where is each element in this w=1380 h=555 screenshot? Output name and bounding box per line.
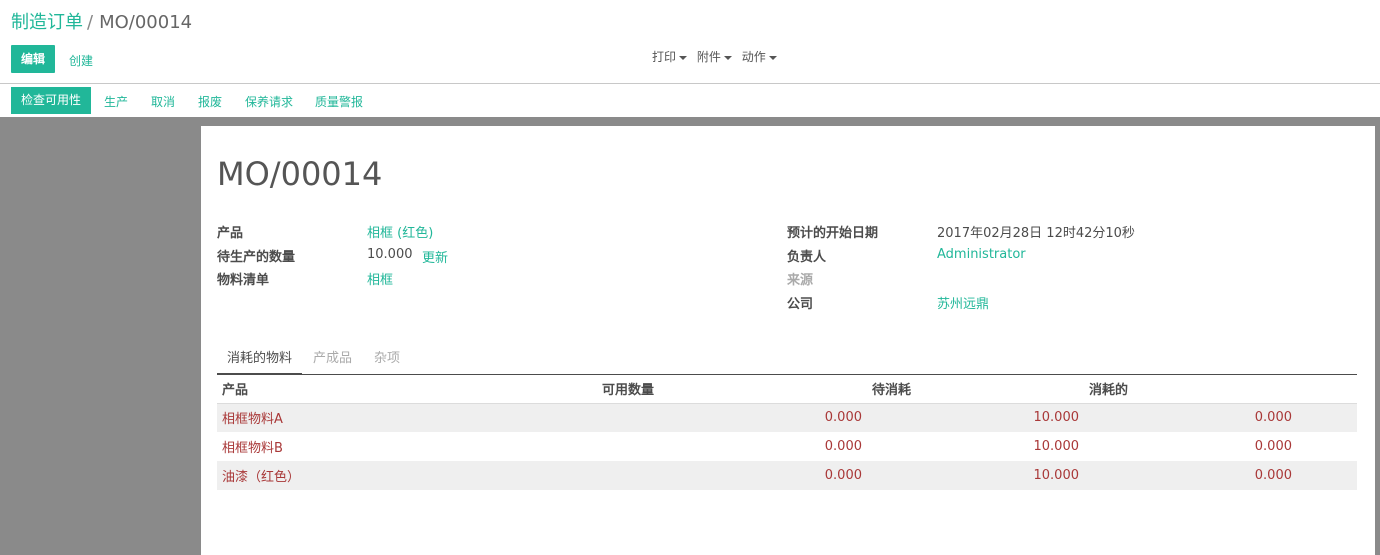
table-header-row: 产品 可用数量 待消耗 消耗的 — [217, 375, 1357, 404]
raw-materials-table: 产品 可用数量 待消耗 消耗的 相框物料A 0.000 10.000 0.000… — [217, 375, 1357, 490]
attachment-menu-label: 附件 — [696, 50, 721, 64]
action-menu-label: 动作 — [741, 50, 766, 64]
column-header-product[interactable]: 产品 — [217, 375, 597, 404]
caret-down-icon — [679, 55, 688, 60]
cell-empty — [1297, 432, 1357, 461]
print-menu-label: 打印 — [652, 50, 677, 64]
tab-consumed-materials[interactable]: 消耗的物料 — [217, 344, 303, 375]
responsible-value-link[interactable]: Administrator — [937, 247, 1026, 262]
product-value-link[interactable]: 相框 (红色) — [367, 222, 433, 241]
cell-empty — [1297, 403, 1357, 432]
caret-down-icon — [768, 55, 777, 60]
table-row[interactable]: 相框物料A 0.000 10.000 0.000 — [217, 403, 1357, 432]
cell-product: 油漆（红色） — [217, 461, 597, 490]
breadcrumb-parent-link[interactable]: 制造订单 — [11, 12, 83, 33]
table-row[interactable]: 油漆（红色） 0.000 10.000 0.000 — [217, 461, 1357, 490]
check-availability-button[interactable]: 检查可用性 — [11, 87, 91, 114]
produce-button[interactable]: 生产 — [104, 93, 128, 110]
cell-product: 相框物料A — [217, 403, 597, 432]
cell-consumed: 0.000 — [1084, 403, 1297, 432]
cell-available-qty: 0.000 — [824, 439, 862, 454]
bom-label: 物料清单 — [217, 273, 270, 288]
company-value-link[interactable]: 苏州远鼎 — [937, 293, 989, 312]
product-label: 产品 — [217, 226, 244, 241]
update-qty-button[interactable]: 更新 — [422, 247, 448, 266]
breadcrumb-separator: / — [87, 12, 94, 33]
table-row[interactable]: 相框物料B 0.000 10.000 0.000 — [217, 432, 1357, 461]
cell-consumed: 0.000 — [1084, 461, 1297, 490]
cancel-button[interactable]: 取消 — [151, 93, 175, 110]
print-menu[interactable]: 打印 — [652, 48, 688, 65]
qty-label: 待生产的数量 — [217, 250, 296, 265]
cell-empty — [1297, 461, 1357, 490]
cell-to-consume: 10.000 — [867, 403, 1084, 432]
column-header-available-qty[interactable]: 可用数量 — [597, 375, 867, 404]
attachment-menu[interactable]: 附件 — [697, 48, 732, 65]
cell-product: 相框物料B — [222, 441, 283, 456]
tab-misc[interactable]: 杂项 — [374, 344, 400, 374]
responsible-label: 负责人 — [787, 250, 827, 265]
cell-available-qty: 0.000 — [597, 403, 867, 432]
start-date-label: 预计的开始日期 — [787, 226, 879, 241]
breadcrumb-current: MO/00014 — [99, 12, 193, 33]
column-header-to-consume[interactable]: 待消耗 — [867, 375, 1084, 404]
edit-button[interactable]: 编辑 — [11, 45, 55, 73]
create-button[interactable]: 创建 — [69, 52, 93, 69]
divider — [0, 83, 1380, 84]
cell-consumed: 0.000 — [1254, 439, 1292, 454]
source-label: 来源 — [787, 273, 814, 288]
breadcrumb: 制造订单 / MO/00014 — [11, 12, 192, 34]
scrap-button[interactable]: 报废 — [198, 93, 222, 110]
column-header-empty — [1297, 375, 1357, 404]
cell-to-consume: 10.000 — [1033, 439, 1080, 454]
record-title: MO/00014 — [217, 155, 383, 193]
notebook-tabs: 消耗的物料 产成品 杂项 — [217, 344, 1357, 375]
action-menu[interactable]: 动作 — [742, 48, 777, 65]
quality-alert-button[interactable]: 质量警报 — [315, 93, 363, 110]
company-label: 公司 — [787, 297, 814, 312]
maintenance-request-button[interactable]: 保养请求 — [245, 93, 293, 110]
bom-value-link[interactable]: 相框 — [367, 269, 393, 288]
cell-available-qty: 0.000 — [597, 461, 867, 490]
toolbar-dropdowns: 打印 附件 动作 — [652, 48, 783, 65]
column-header-consumed[interactable]: 消耗的 — [1084, 375, 1297, 404]
start-date-value: 2017年02月28日 12时42分10秒 — [937, 226, 1135, 241]
caret-down-icon — [723, 55, 732, 60]
cell-to-consume: 10.000 — [867, 461, 1084, 490]
tab-finished-products[interactable]: 产成品 — [313, 344, 352, 374]
qty-value: 10.000 — [367, 247, 413, 262]
